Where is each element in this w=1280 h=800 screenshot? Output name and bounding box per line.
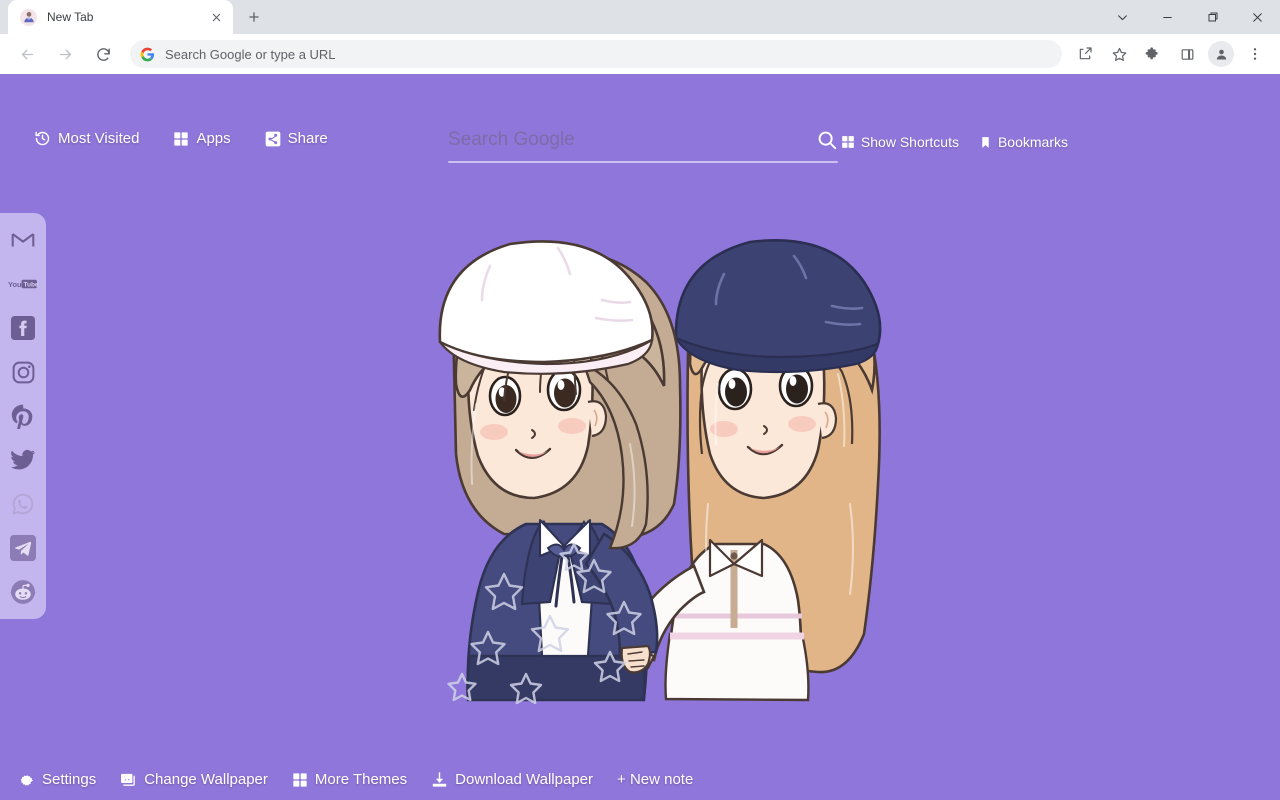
instagram-icon[interactable]	[8, 357, 38, 387]
grid-apps-icon	[841, 135, 855, 149]
quicknav-most-visited[interactable]: Most Visited	[34, 130, 139, 147]
wallpaper-illustration	[398, 204, 928, 764]
image-icon	[120, 771, 137, 788]
show-shortcuts-link[interactable]: Show Shortcuts	[841, 134, 959, 150]
history-clock-icon	[34, 130, 51, 147]
close-icon[interactable]	[207, 8, 225, 26]
side-panel-icon[interactable]	[1173, 40, 1201, 68]
bb-label: + New note	[617, 771, 694, 788]
tab-search-button[interactable]	[1100, 0, 1145, 34]
grid-apps-icon	[292, 772, 308, 788]
browser-window: New Tab Search Google or type a URL Most…	[0, 0, 1280, 800]
top-links: Show Shortcuts Bookmarks	[841, 134, 1068, 150]
download-icon	[431, 771, 448, 788]
omnibox-placeholder: Search Google or type a URL	[165, 46, 336, 62]
window-controls	[1100, 0, 1280, 34]
quick-nav: Most Visited Apps Share	[34, 130, 328, 147]
arrow-left-icon[interactable]	[12, 39, 42, 69]
whatsapp-icon[interactable]	[8, 489, 38, 519]
change-wallpaper-button[interactable]: Change Wallpaper	[120, 771, 268, 788]
gear-icon	[18, 771, 35, 788]
extensions-puzzle-icon[interactable]	[1139, 40, 1167, 68]
gmail-icon[interactable]	[8, 225, 38, 255]
browser-toolbar: Search Google or type a URL	[0, 34, 1280, 74]
close-button[interactable]	[1235, 0, 1280, 34]
search-underline	[448, 161, 838, 163]
search-area	[448, 121, 838, 163]
quicknav-apps[interactable]: Apps	[173, 130, 231, 147]
google-g-icon	[140, 47, 155, 62]
pinterest-icon[interactable]	[8, 401, 38, 431]
svg-text:Tube: Tube	[24, 282, 39, 289]
social-sidebar: You Tube	[0, 213, 46, 619]
more-menu-icon[interactable]	[1241, 40, 1269, 68]
omnibox[interactable]: Search Google or type a URL	[130, 40, 1062, 68]
search-input[interactable]	[448, 129, 816, 151]
bookmarks-link[interactable]: Bookmarks	[979, 134, 1068, 150]
arrow-right-icon[interactable]	[50, 39, 80, 69]
reload-icon[interactable]	[88, 39, 118, 69]
bookmark-icon	[979, 136, 992, 149]
avatar-person-icon	[20, 8, 37, 26]
twitter-icon[interactable]	[8, 445, 38, 475]
quicknav-share[interactable]: Share	[265, 130, 328, 147]
bookmark-star-icon[interactable]	[1105, 40, 1133, 68]
tab-strip: New Tab	[0, 0, 1280, 34]
reddit-icon[interactable]	[8, 577, 38, 607]
top-link-label: Bookmarks	[997, 134, 1068, 150]
svg-text:You: You	[8, 280, 22, 289]
telegram-icon[interactable]	[8, 533, 38, 563]
settings-button[interactable]: Settings	[18, 771, 96, 788]
maximize-button[interactable]	[1190, 0, 1235, 34]
bb-label: Download Wallpaper	[455, 771, 594, 788]
top-link-label: Show Shortcuts	[860, 134, 959, 150]
search-icon[interactable]	[816, 129, 838, 151]
new-tab-button[interactable]	[240, 3, 268, 31]
new-tab-page: Most Visited Apps Share Search Google Sh…	[0, 74, 1280, 800]
browser-tab[interactable]: New Tab	[8, 0, 233, 34]
minimize-button[interactable]	[1145, 0, 1190, 34]
bb-label: More Themes	[314, 771, 408, 788]
facebook-icon[interactable]	[8, 313, 38, 343]
more-themes-button[interactable]: More Themes	[292, 771, 407, 788]
profile-avatar-icon[interactable]	[1208, 41, 1234, 67]
grid-apps-icon	[173, 131, 189, 147]
share-icon[interactable]	[1071, 40, 1099, 68]
new-note-button[interactable]: + New note	[617, 771, 693, 788]
tab-title: New Tab	[47, 10, 94, 24]
download-wallpaper-button[interactable]: Download Wallpaper	[431, 771, 593, 788]
share-icon	[265, 131, 281, 147]
quicknav-label: Share	[287, 130, 328, 147]
youtube-icon[interactable]: You Tube	[8, 269, 38, 299]
bb-label: Settings	[42, 771, 97, 788]
bottom-toolbar: Settings Change Wallpaper More Themes Do…	[18, 771, 693, 788]
bb-label: Change Wallpaper	[144, 771, 268, 788]
quicknav-label: Apps	[196, 130, 231, 147]
quicknav-label: Most Visited	[58, 130, 140, 147]
toolbar-icons	[1068, 40, 1272, 68]
